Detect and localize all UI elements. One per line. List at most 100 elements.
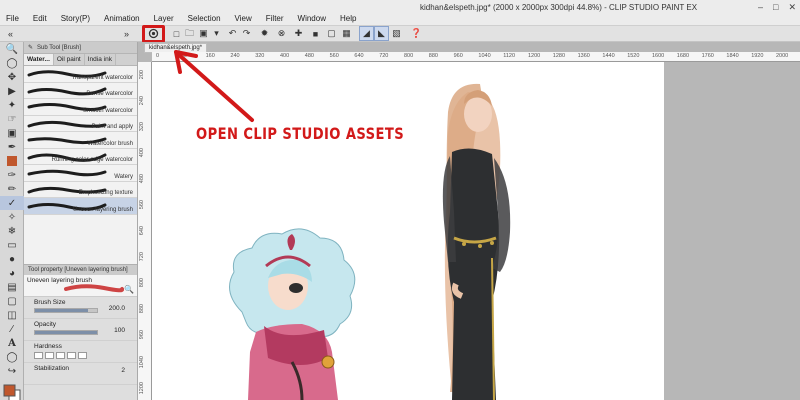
minimize-icon[interactable]: – [758, 2, 763, 13]
ruler-tick-label: 960 [453, 53, 463, 59]
redo-icon[interactable]: ↷ [240, 27, 253, 40]
brush-item[interactable]: Smooth watercolor [24, 99, 137, 116]
bucket-tool-icon[interactable]: ◕ [0, 266, 24, 280]
brush-size-value[interactable]: 200.0 [109, 305, 125, 312]
menu-window[interactable]: Window [298, 14, 326, 23]
pencil-tool-icon[interactable]: ✏ [0, 182, 24, 196]
blend-tool-icon[interactable]: ● [0, 252, 24, 266]
snap-ruler-icon[interactable]: ◢ [359, 26, 374, 41]
brush-item[interactable]: Uneven layering brush [24, 198, 137, 215]
menu-layer[interactable]: Layer [154, 14, 174, 23]
eraser-tool-icon[interactable]: ▭ [0, 238, 24, 252]
brush-item-label: Smooth watercolor [82, 107, 133, 114]
menu-file[interactable]: File [6, 14, 19, 23]
transform-icon[interactable]: ✚ [292, 27, 305, 40]
selection-area-icon[interactable]: ▦ [340, 27, 353, 40]
balloon-tool-icon[interactable]: ◯ [0, 350, 24, 364]
deselect-icon[interactable]: ■ [309, 27, 322, 40]
ruler-tick-label: 400 [280, 53, 290, 59]
help-icon[interactable]: ❓ [410, 27, 423, 40]
eyedropper-tool-icon[interactable]: ✒ [0, 140, 24, 154]
ruler-tick-label: 1280 [552, 53, 566, 59]
ruler-tool-icon[interactable]: ∕ [0, 322, 24, 336]
brush-item[interactable]: Dense watercolor [24, 83, 137, 99]
brush-tool-icon[interactable]: ✓ [0, 196, 24, 210]
snap-grid-icon[interactable]: ▧ [390, 27, 403, 40]
ruler-tick-label: 1680 [676, 53, 690, 59]
ruler-tick-label: 880 [139, 304, 145, 314]
ruler-tick-label: 720 [379, 53, 389, 59]
ruler-tick-label: 1360 [577, 53, 590, 59]
brush-preview-stroke [64, 284, 124, 293]
brush-item[interactable]: Transparent watercolor [24, 66, 137, 83]
hardness-label: Hardness [34, 343, 62, 350]
save-dropdown-icon[interactable]: ▾ [210, 27, 223, 40]
brush-item[interactable]: Emphasizing texture [24, 182, 137, 198]
tab-oil-paint[interactable]: Oil paint [54, 54, 85, 65]
undo-icon[interactable]: ↶ [226, 27, 239, 40]
airbrush-tool-icon[interactable]: ✧ [0, 210, 24, 224]
brush-item[interactable]: Watercolor brush [24, 132, 137, 149]
ruler-tick-label: 640 [354, 53, 364, 59]
open-file-icon[interactable]: 🗀 [183, 27, 196, 40]
save-icon[interactable]: ▣ [197, 27, 210, 40]
brush-item[interactable]: Paint and apply [24, 116, 137, 132]
menu-filter[interactable]: Filter [266, 14, 284, 23]
lasso-tool-icon[interactable]: ◯ [0, 56, 24, 70]
menu-help[interactable]: Help [340, 14, 356, 23]
menu-view[interactable]: View [235, 14, 252, 23]
brush-item-label: Emphasizing texture [78, 190, 133, 196]
snap-special-ruler-icon[interactable]: ◣ [374, 26, 389, 41]
maximize-icon[interactable]: □ [773, 2, 778, 13]
brush-item[interactable]: Running color edge watercolor [24, 149, 137, 165]
menu-selection[interactable]: Selection [188, 14, 221, 23]
collapse-right-icon[interactable]: » [120, 27, 133, 40]
text-tool-icon[interactable]: A [0, 336, 24, 350]
figure-tool-icon[interactable]: ▢ [0, 294, 24, 308]
move-tool-icon[interactable]: ✥ [0, 70, 24, 84]
loading-icon[interactable]: ✹ [258, 27, 271, 40]
new-file-icon[interactable]: □ [170, 27, 183, 40]
invert-selection-icon[interactable]: ▢ [325, 27, 338, 40]
gradient-tool-icon[interactable]: ▤ [0, 280, 24, 294]
pen-tool-icon[interactable]: ✑ [0, 168, 24, 182]
ruler-tick-label: 1920 [751, 53, 764, 59]
fill-tool-icon[interactable]: ▣ [0, 126, 24, 140]
tab-watercolor[interactable]: Water... [24, 54, 54, 65]
opacity-value[interactable]: 100 [114, 327, 125, 334]
clear-icon[interactable]: ⊗ [275, 27, 288, 40]
hardness-selector[interactable] [34, 352, 87, 359]
brush-size-slider[interactable] [34, 308, 98, 313]
ruler-tick-label: 1200 [528, 53, 541, 59]
decoration-tool-icon[interactable]: ❄ [0, 224, 24, 238]
brush-item-label: Watery [114, 173, 133, 180]
brush-header-icon: ✎ [28, 45, 34, 51]
color-swatch-icon[interactable] [0, 154, 24, 168]
zoom-tool-icon[interactable]: 🔍 [0, 42, 24, 56]
opacity-label: Opacity [34, 321, 57, 328]
operation-tool-icon[interactable]: ☞ [0, 112, 24, 126]
ruler-tick-label: 1200 [139, 382, 145, 395]
main-sub-color-icon[interactable] [0, 378, 24, 400]
collapse-left-icon[interactable]: « [4, 27, 17, 40]
opacity-slider[interactable] [34, 330, 98, 335]
tool-property-header: Tool property [Uneven layering brush] [24, 264, 137, 275]
wand-tool-icon[interactable]: ✦ [0, 98, 24, 112]
stabilization-value[interactable]: 2 [121, 367, 125, 374]
ruler-tick-label: 880 [428, 53, 438, 59]
select-tool-icon[interactable]: ▶ [0, 84, 24, 98]
close-icon[interactable]: ✕ [788, 2, 796, 13]
tab-india-ink[interactable]: India ink [85, 54, 116, 65]
small-figure [229, 228, 356, 400]
ruler-tick-label: 1840 [726, 53, 739, 59]
brush-item[interactable]: Watery [24, 165, 137, 182]
ruler-tick-label: 720 [139, 252, 145, 262]
correct-line-tool-icon[interactable]: ↪ [0, 364, 24, 378]
brush-item-label: Uneven layering brush [72, 206, 133, 213]
menu-story[interactable]: Story(P) [61, 14, 90, 23]
search-icon[interactable]: 🔍 [124, 285, 134, 294]
menu-animation[interactable]: Animation [104, 14, 140, 23]
frame-tool-icon[interactable]: ◫ [0, 308, 24, 322]
tall-figure [442, 83, 511, 400]
menu-edit[interactable]: Edit [33, 14, 47, 23]
